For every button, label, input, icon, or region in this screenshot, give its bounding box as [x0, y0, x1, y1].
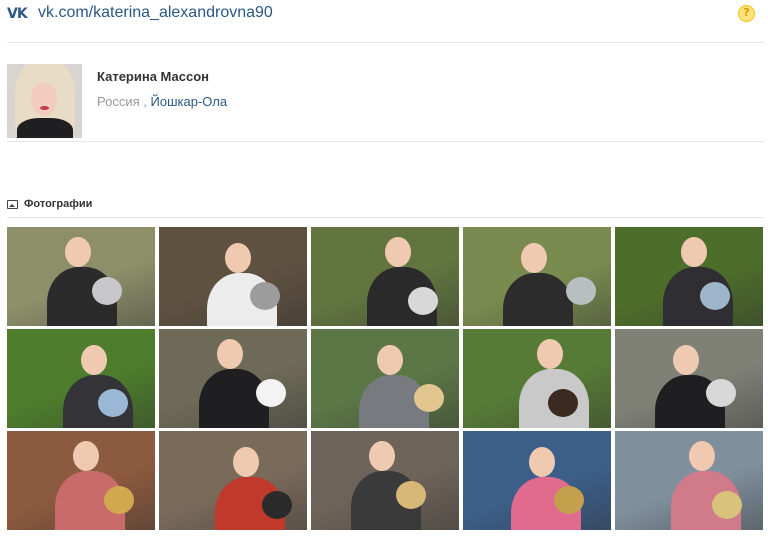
- photos-section-title[interactable]: Фотографии: [24, 198, 92, 210]
- profile-url-link[interactable]: vk.com/katerina_alexandrovna90: [38, 4, 273, 22]
- divider: [7, 217, 764, 218]
- divider: [7, 42, 764, 43]
- photo-thumbnail[interactable]: [7, 227, 155, 326]
- photo-thumbnail[interactable]: [311, 227, 459, 326]
- profile-location: Россия , Йошкар-Ола: [97, 94, 227, 109]
- photo-thumbnail[interactable]: [463, 227, 611, 326]
- help-icon[interactable]: ?: [738, 5, 755, 22]
- profile-name[interactable]: Катерина Массон: [97, 69, 209, 84]
- city-link[interactable]: Йошкар-Ола: [151, 94, 228, 109]
- photo-thumbnail[interactable]: [7, 431, 155, 530]
- photo-thumbnail[interactable]: [615, 227, 763, 326]
- photo-icon: [7, 200, 18, 209]
- photo-thumbnail[interactable]: [311, 431, 459, 530]
- photo-thumbnail[interactable]: [463, 329, 611, 428]
- top-bar: VK vk.com/katerina_alexandrovna90 ?: [0, 0, 768, 30]
- avatar[interactable]: [7, 64, 82, 138]
- vk-logo-icon[interactable]: VK: [7, 6, 28, 22]
- divider: [7, 141, 764, 142]
- photo-thumbnail[interactable]: [615, 329, 763, 428]
- country-label: Россия: [97, 94, 140, 109]
- photo-thumbnail[interactable]: [7, 329, 155, 428]
- photo-thumbnail[interactable]: [615, 431, 763, 530]
- location-separator: ,: [143, 94, 147, 109]
- photo-thumbnail[interactable]: [159, 227, 307, 326]
- photo-thumbnail[interactable]: [311, 329, 459, 428]
- photo-thumbnail[interactable]: [159, 431, 307, 530]
- photo-thumbnail[interactable]: [159, 329, 307, 428]
- photo-thumbnail[interactable]: [463, 431, 611, 530]
